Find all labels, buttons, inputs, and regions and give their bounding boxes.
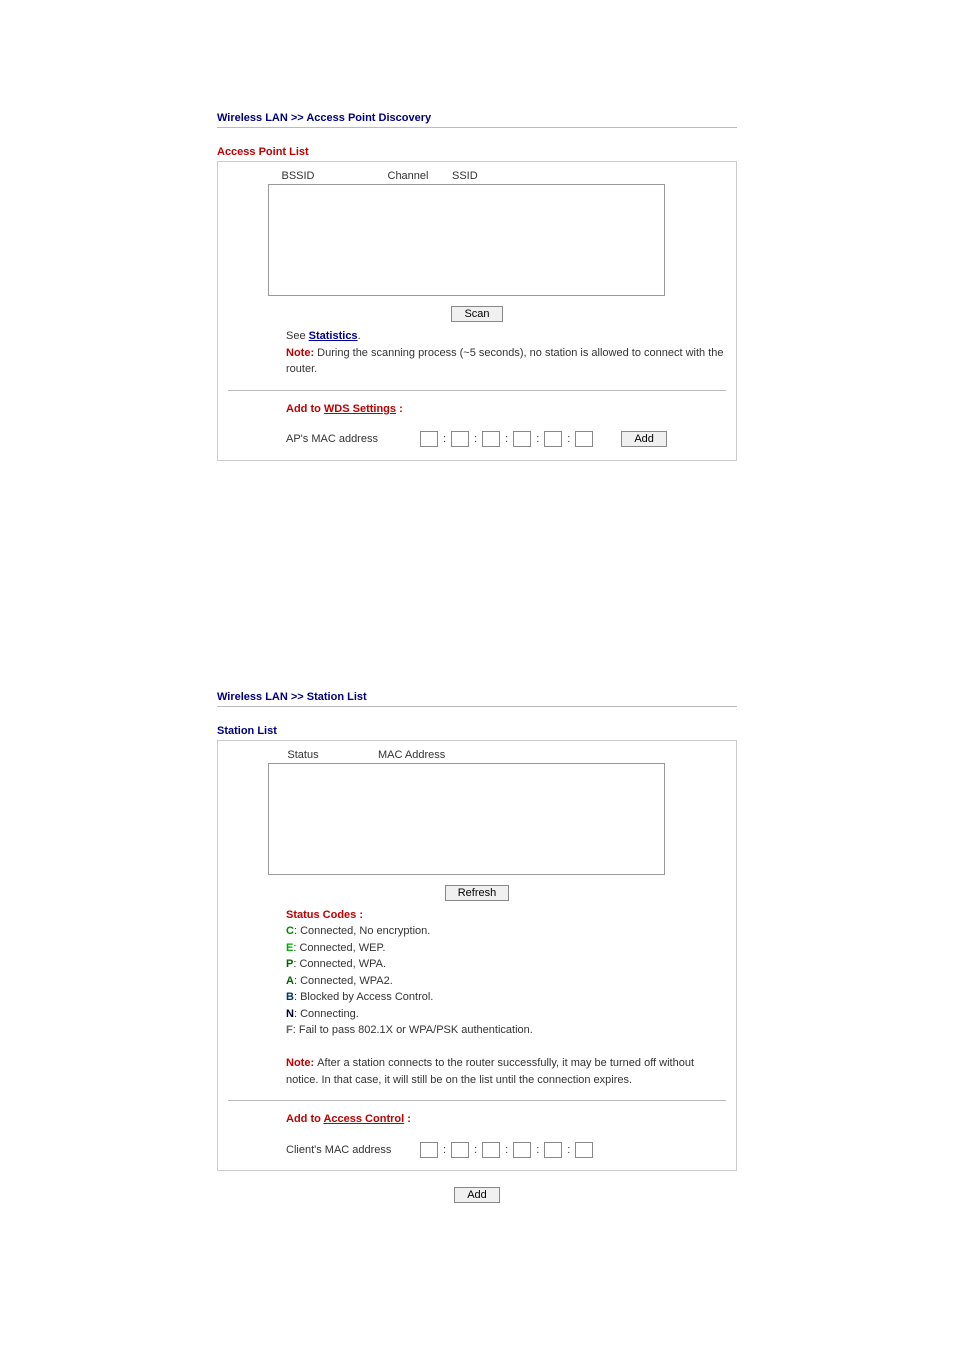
mac-colon: : — [442, 1142, 447, 1159]
station-list-box[interactable] — [268, 763, 665, 875]
col-mac: MAC Address — [378, 749, 498, 761]
see-suffix: . — [358, 330, 361, 342]
code-f: F — [286, 1024, 293, 1036]
statistics-link[interactable]: Statistics — [309, 330, 358, 342]
note-label: Note: — [286, 347, 317, 359]
col-bssid: BSSID — [228, 170, 368, 182]
ap-column-headers: BSSID Channel SSID — [228, 170, 726, 182]
addto-suffix: : — [404, 1113, 411, 1125]
refresh-button[interactable]: Refresh — [445, 885, 510, 901]
client-mac-octet-4[interactable] — [513, 1142, 531, 1158]
note-text: During the scanning process (~5 seconds)… — [286, 347, 723, 376]
client-mac-octet-2[interactable] — [451, 1142, 469, 1158]
mac-colon: : — [473, 1142, 478, 1159]
ap-mac-octet-6[interactable] — [575, 431, 593, 447]
code-f-text: : Fail to pass 802.1X or WPA/PSK authent… — [293, 1024, 533, 1036]
client-add-button[interactable]: Add — [454, 1187, 500, 1203]
addto-prefix: Add to — [286, 1113, 323, 1125]
mac-colon: : — [442, 431, 447, 448]
access-control-link[interactable]: Access Control — [323, 1113, 404, 1125]
ap-mac-row: AP's MAC address : : : : : Add — [228, 431, 726, 448]
scan-button[interactable]: Scan — [451, 306, 502, 322]
ap-list-heading: Access Point List — [217, 146, 737, 158]
mac-colon: : — [535, 1142, 540, 1159]
client-mac-octet-1[interactable] — [420, 1142, 438, 1158]
addto-suffix: : — [396, 403, 403, 415]
client-mac-octet-6[interactable] — [575, 1142, 593, 1158]
ap-list-box[interactable] — [268, 184, 665, 296]
ap-mac-octet-4[interactable] — [513, 431, 531, 447]
ap-add-button[interactable]: Add — [621, 431, 667, 447]
ap-mac-octet-3[interactable] — [482, 431, 500, 447]
mac-colon: : — [504, 431, 509, 448]
mac-colon: : — [504, 1142, 509, 1159]
wds-settings-link[interactable]: WDS Settings — [324, 403, 396, 415]
addto-prefix: Add to — [286, 403, 324, 415]
col-status: Status — [228, 749, 378, 761]
mac-colon: : — [566, 1142, 571, 1159]
status-codes-block: Status Codes : C: Connected, No encrypti… — [228, 907, 726, 1089]
status-codes-title: Status Codes : — [286, 909, 363, 921]
breadcrumb-ap-discovery: Wireless LAN >> Access Point Discovery — [217, 0, 737, 128]
ap-mac-octet-5[interactable] — [544, 431, 562, 447]
client-mac-row: Client's MAC address : : : : : — [228, 1142, 726, 1159]
client-mac-octet-3[interactable] — [482, 1142, 500, 1158]
code-c: C — [286, 925, 294, 937]
breadcrumb-station-list: Wireless LAN >> Station List — [217, 691, 737, 707]
code-n: N — [286, 1008, 294, 1020]
ap-mac-octet-1[interactable] — [420, 431, 438, 447]
code-c-text: : Connected, No encryption. — [294, 925, 430, 937]
code-a: A — [286, 975, 294, 987]
client-mac-label: Client's MAC address — [286, 1142, 416, 1159]
ap-mac-label: AP's MAC address — [286, 431, 416, 448]
col-channel: Channel — [368, 170, 448, 182]
code-a-text: : Connected, WPA2. — [294, 975, 393, 987]
see-prefix: See — [286, 330, 309, 342]
divider — [228, 1100, 726, 1101]
divider — [228, 390, 726, 391]
code-n-text: : Connecting. — [294, 1008, 359, 1020]
code-e-text: : Connected, WEP. — [293, 942, 385, 954]
code-b: B — [286, 991, 294, 1003]
ap-mac-octet-2[interactable] — [451, 431, 469, 447]
mac-colon: : — [473, 431, 478, 448]
station-note-label: Note: — [286, 1057, 317, 1069]
mac-colon: : — [535, 431, 540, 448]
station-column-headers: Status MAC Address — [228, 749, 726, 761]
code-p-text: : Connected, WPA. — [293, 958, 386, 970]
station-list-heading: Station List — [217, 725, 737, 737]
code-b-text: : Blocked by Access Control. — [294, 991, 433, 1003]
client-mac-octet-5[interactable] — [544, 1142, 562, 1158]
ap-list-panel: BSSID Channel SSID Scan See Statistics. … — [217, 161, 737, 461]
mac-colon: : — [566, 431, 571, 448]
station-list-panel: Status MAC Address Refresh Status Codes … — [217, 740, 737, 1172]
station-note-text: After a station connects to the router s… — [286, 1057, 694, 1086]
col-ssid: SSID — [448, 170, 532, 182]
